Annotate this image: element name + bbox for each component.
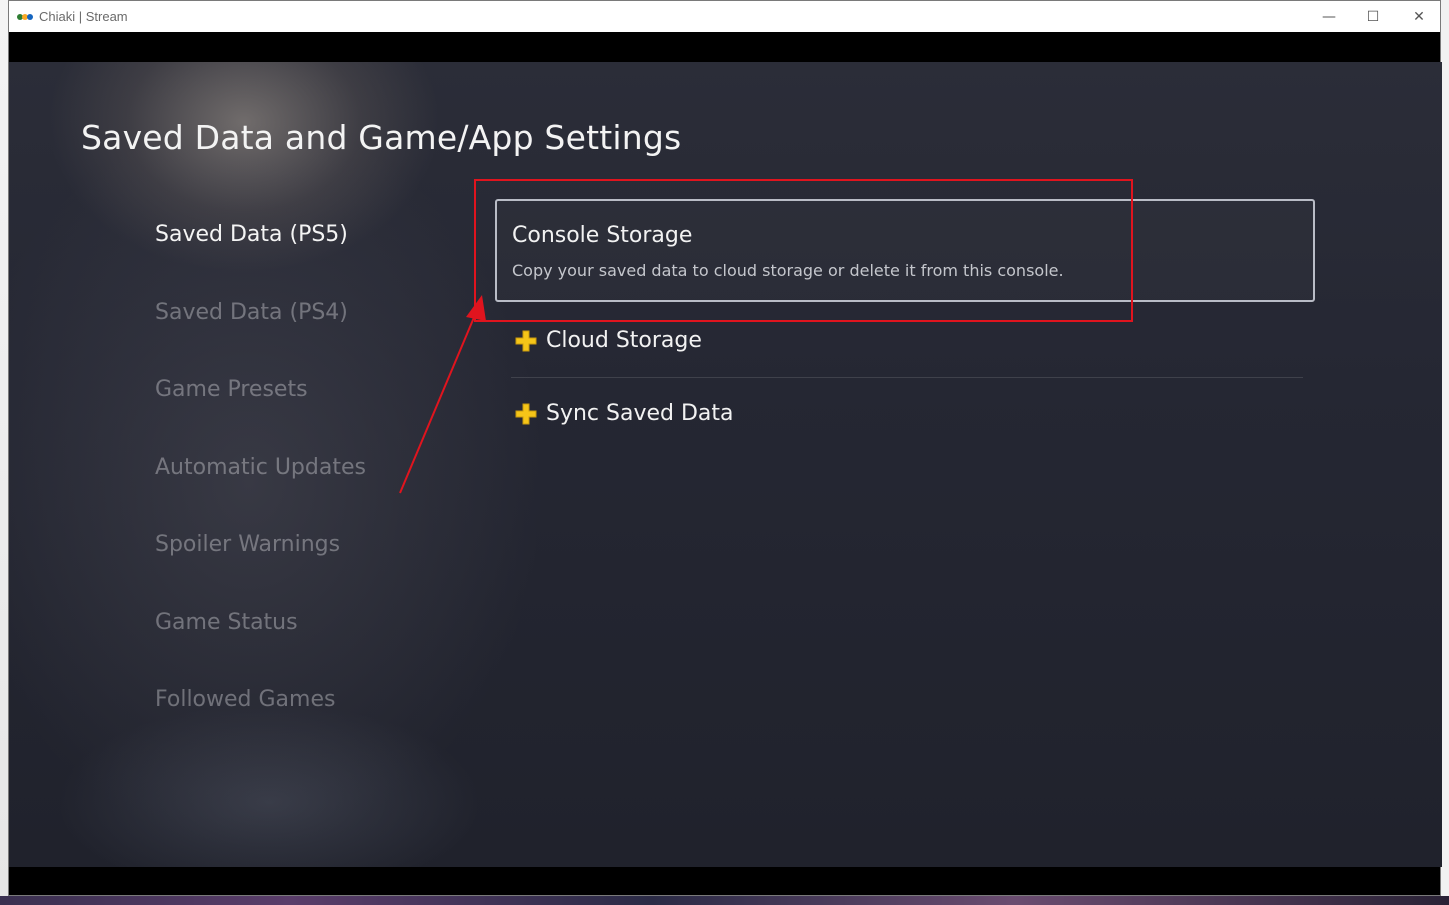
annotation-highlight-box — [474, 179, 1133, 322]
title-bar[interactable]: Chiaki | Stream — ☐ ✕ — [9, 1, 1440, 32]
side-item-saved-data-ps5[interactable]: Saved Data (PS5) — [155, 222, 348, 247]
side-item-game-presets[interactable]: Game Presets — [155, 377, 308, 402]
minimize-icon: — — [1322, 8, 1336, 25]
annotation-arrow-icon — [399, 295, 486, 494]
sync-saved-data-option[interactable]: Sync Saved Data — [515, 401, 734, 426]
maximize-button[interactable]: ☐ — [1350, 1, 1396, 32]
side-item-game-status[interactable]: Game Status — [155, 610, 298, 635]
close-icon: ✕ — [1413, 8, 1425, 25]
maximize-icon: ☐ — [1366, 8, 1380, 25]
minimize-button[interactable]: — — [1306, 1, 1352, 32]
side-item-automatic-updates[interactable]: Automatic Updates — [155, 455, 366, 480]
desktop-background-left — [0, 0, 8, 905]
side-item-followed-games[interactable]: Followed Games — [155, 687, 335, 712]
side-item-saved-data-ps4[interactable]: Saved Data (PS4) — [155, 300, 348, 325]
side-item-spoiler-warnings[interactable]: Spoiler Warnings — [155, 532, 340, 557]
cloud-storage-option[interactable]: Cloud Storage — [515, 328, 702, 353]
chiaki-app-icon — [17, 11, 33, 23]
sync-saved-data-label: Sync Saved Data — [546, 401, 734, 426]
close-button[interactable]: ✕ — [1396, 1, 1442, 32]
desktop-background-bottom — [0, 896, 1449, 905]
chiaki-window: Chiaki | Stream — ☐ ✕ Saved Data and Gam… — [8, 0, 1442, 896]
option-divider — [511, 377, 1303, 378]
cloud-storage-label: Cloud Storage — [546, 328, 702, 353]
ps-plus-icon — [515, 330, 537, 351]
window-title: Chiaki | Stream — [39, 9, 128, 24]
page-title: Saved Data and Game/App Settings — [81, 118, 682, 157]
ps-plus-icon — [515, 403, 537, 424]
